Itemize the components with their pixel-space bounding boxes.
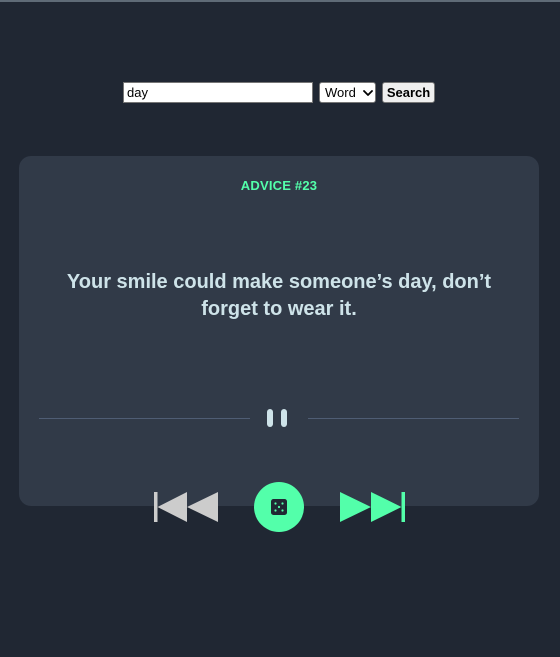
- search-input[interactable]: [123, 82, 313, 103]
- advice-quote: Your smile could make someone’s day, don…: [66, 271, 492, 320]
- skip-next-icon: [340, 492, 405, 522]
- skip-previous-icon: [154, 492, 218, 522]
- previous-advice-button[interactable]: [154, 491, 220, 523]
- pause-bar-right: [281, 409, 287, 427]
- pause-icon: [267, 409, 291, 427]
- search-button[interactable]: Search: [382, 82, 435, 103]
- advice-controls: [0, 482, 560, 532]
- generate-advice-button[interactable]: [254, 482, 304, 532]
- pattern-divider: [39, 408, 519, 428]
- next-advice-button[interactable]: [339, 491, 405, 523]
- window-top-border: [0, 0, 560, 2]
- search-mode-selected: Word: [325, 85, 356, 100]
- divider-line-left: [39, 418, 250, 419]
- pause-bar-left: [267, 409, 273, 427]
- divider-line-right: [308, 418, 519, 419]
- chevron-down-icon: [363, 89, 373, 96]
- dice-icon: [271, 499, 287, 515]
- search-bar: Word Search: [123, 82, 435, 103]
- advice-number: ADVICE #23: [240, 178, 318, 193]
- advice-card: ADVICE #23 Your smile could make someone…: [19, 156, 539, 506]
- search-mode-select[interactable]: Word: [319, 82, 376, 103]
